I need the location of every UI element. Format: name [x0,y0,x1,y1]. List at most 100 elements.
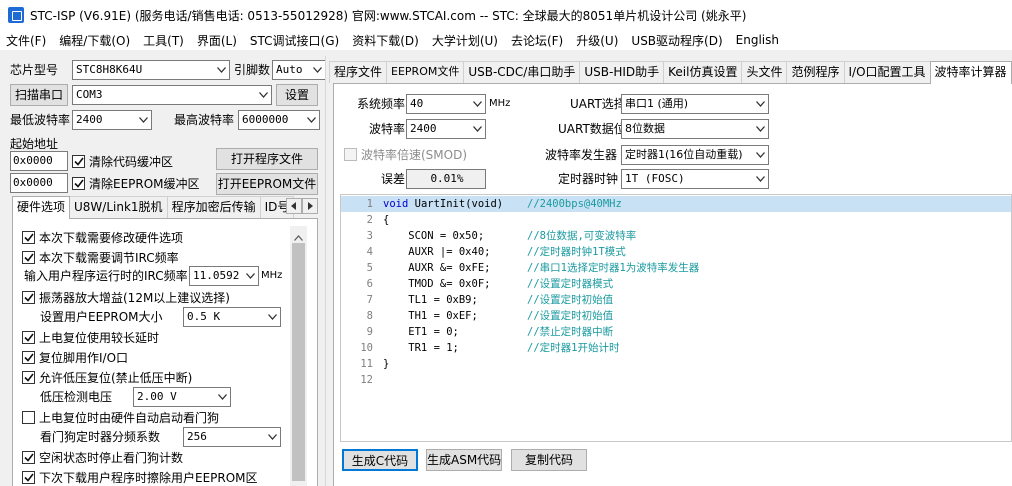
generate-asm-code-button[interactable]: 生成ASM代码 [426,449,502,471]
baud-generator-value: 定时器1(16位自动重载) [625,148,743,161]
scan-port-button[interactable]: 扫描串口 [10,84,68,106]
chevron-down-icon [264,428,280,446]
options-scrollbar[interactable] [290,226,307,486]
menu-docs[interactable]: 资料下载(D) [352,32,419,49]
tab-keil-sim[interactable]: Keil仿真设置 [663,61,743,83]
code-comment: //定时器时钟1T模式 [527,246,626,258]
code-editor[interactable]: 1 void UartInit(void) //2400bps@40MHz 2 … [340,194,1012,442]
wdt-label: 看门狗定时器分频系数 [40,430,161,444]
tab-io-config[interactable]: I/O口配置工具 [843,61,931,83]
tab-baud-calculator[interactable]: 波特率计算器 [929,61,1012,84]
code-comment: //禁止定时器中断 [527,326,614,338]
tab-encrypted-transfer[interactable]: 程序加密后传输 [166,196,261,218]
code-content: ET1 = 0; [383,326,459,338]
tab-hardware-options[interactable]: 硬件选项 [12,196,71,219]
error-value: 0.01% [406,169,486,189]
settings-button[interactable]: 设置 [276,84,318,106]
menu-interface[interactable]: 界面(L) [197,32,237,49]
line-number: 4 [366,246,373,258]
eeprom-size-select[interactable]: 0.5 K [183,307,281,327]
option-auto-watchdog[interactable]: 上电复位时由硬件自动启动看门狗 [22,408,219,426]
uart-select-label: UART选择 [570,97,626,111]
menu-university[interactable]: 大学计划(U) [432,32,498,49]
menu-english[interactable]: English [736,33,779,47]
clear-eeprom-checkbox[interactable]: 清除EEPROM缓冲区 [72,174,200,192]
menu-debug[interactable]: STC调试接口(G) [250,32,339,49]
line-number: 2 [366,214,373,226]
min-baud-select[interactable]: 2400 [72,110,152,130]
chip-select[interactable]: STC8H8K64U [72,60,230,80]
lvd-select[interactable]: 2.00 V [133,387,231,407]
arrow-right-icon[interactable] [302,198,318,214]
uart-bits-select[interactable]: 8位数据 [621,119,769,139]
baud-generator-select[interactable]: 定时器1(16位自动重载) [621,145,769,165]
code-comment: //2400bps@40MHz [527,198,622,210]
timer-clock-select[interactable]: 1T (FOSC) [621,169,769,189]
left-tab-bar: 硬件选项 U8W/Link1脱机 程序加密后传输 ID号 [12,196,295,219]
pin-select[interactable]: Auto [272,60,326,80]
open-program-file-button[interactable]: 打开程序文件 [216,148,318,170]
wdt-select[interactable]: 256 [183,427,281,447]
timer-clock-value: 1T (FOSC) [625,172,685,185]
line-number: 6 [366,278,373,290]
port-select[interactable]: COM3 [72,85,272,105]
tab-program-file[interactable]: 程序文件 [329,61,388,83]
arrow-left-icon[interactable] [286,198,302,214]
code-comment: //8位数据,可变波特率 [527,230,637,242]
open-eeprom-file-button[interactable]: 打开EEPROM文件 [216,173,318,195]
chevron-down-icon [303,111,319,129]
tab-eeprom-file[interactable]: EEPROM文件 [386,61,465,83]
option-low-voltage-reset[interactable]: 允许低压复位(禁止低压中断) [22,368,192,386]
option-long-reset-delay[interactable]: 上电复位使用较长延时 [22,328,159,346]
chevron-down-icon [469,120,485,138]
option-idle-stop-watchdog[interactable]: 空闲状态时停止看门狗计数 [22,448,183,466]
menu-tools[interactable]: 工具(T) [143,32,184,49]
menu-forum[interactable]: 去论坛(F) [511,32,563,49]
code-address-input[interactable]: 0x0000 [10,151,68,171]
code-content: AUXR &= 0xFE; [383,262,491,274]
option-modify-hardware[interactable]: 本次下载需要修改硬件选项 [22,228,183,246]
option-label: 上电复位时由硬件自动启动看门狗 [39,410,220,425]
generate-c-code-button[interactable]: 生成C代码 [342,449,418,471]
checkbox-checked-icon [22,470,35,484]
eeprom-address-input[interactable]: 0x0000 [10,173,68,193]
code-line: 6 TMOD &= 0x0F; //设置定时器模式 [341,276,1011,292]
tab-header-file[interactable]: 头文件 [741,61,788,83]
lvd-label: 低压检测电压 [40,390,113,404]
min-baud-value: 2400 [76,113,103,126]
menu-usb-driver[interactable]: USB驱动程序(D) [631,32,722,49]
baud-rate-select[interactable]: 2400 [406,119,486,139]
copy-code-button[interactable]: 复制代码 [511,449,587,471]
menu-program-download[interactable]: 编程/下载(O) [59,32,130,49]
irc-frequency-select[interactable]: 11.0592 [189,266,259,286]
tab-u8w-offline[interactable]: U8W/Link1脱机 [69,196,168,218]
line-number: 1 [366,198,373,210]
option-reset-pin-io[interactable]: 复位脚用作I/O口 [22,348,128,366]
code-comment: //定时器1开始计时 [527,342,620,354]
right-tab-bar: 程序文件 EEPROM文件 USB-CDC/串口助手 USB-HID助手 Kei… [329,61,1012,84]
system-frequency-select[interactable]: 40 [406,94,486,114]
code-content: UartInit(void) [414,198,504,210]
tab-usb-hid[interactable]: USB-HID助手 [579,61,665,83]
chevron-down-icon [213,61,229,79]
checkbox-checked-icon [22,330,35,344]
code-comment: //串口1选择定时器1为波特率发生器 [527,262,700,274]
smod-label: 波特率倍速(SMOD) [361,147,468,162]
scroll-thumb[interactable] [292,243,305,481]
menu-upgrade[interactable]: 升级(U) [576,32,618,49]
uart-select[interactable]: 串口1 (通用) [621,94,769,114]
smod-checkbox[interactable]: 波特率倍速(SMOD) [344,145,467,163]
max-baud-select[interactable]: 6000000 [238,110,320,130]
line-number: 7 [366,294,373,306]
clear-code-checkbox[interactable]: 清除代码缓冲区 [72,152,173,170]
option-label: 本次下载需要调节IRC频率 [39,250,179,265]
code-line: 8 TH1 = 0xEF; //设置定时初始值 [341,308,1011,324]
menu-file[interactable]: 文件(F) [6,32,46,49]
code-line: 9 ET1 = 0; //禁止定时器中断 [341,324,1011,340]
tab-usb-cdc[interactable]: USB-CDC/串口助手 [463,61,581,83]
option-erase-eeprom[interactable]: 下次下载用户程序时擦除用户EEPROM区 [22,468,258,486]
option-oscillator-gain[interactable]: 振荡器放大增益(12M以上建议选择) [22,288,230,306]
code-content: TMOD &= 0x0F; [383,278,491,290]
option-adjust-irc[interactable]: 本次下载需要调节IRC频率 [22,248,179,266]
tab-examples[interactable]: 范例程序 [786,61,845,83]
